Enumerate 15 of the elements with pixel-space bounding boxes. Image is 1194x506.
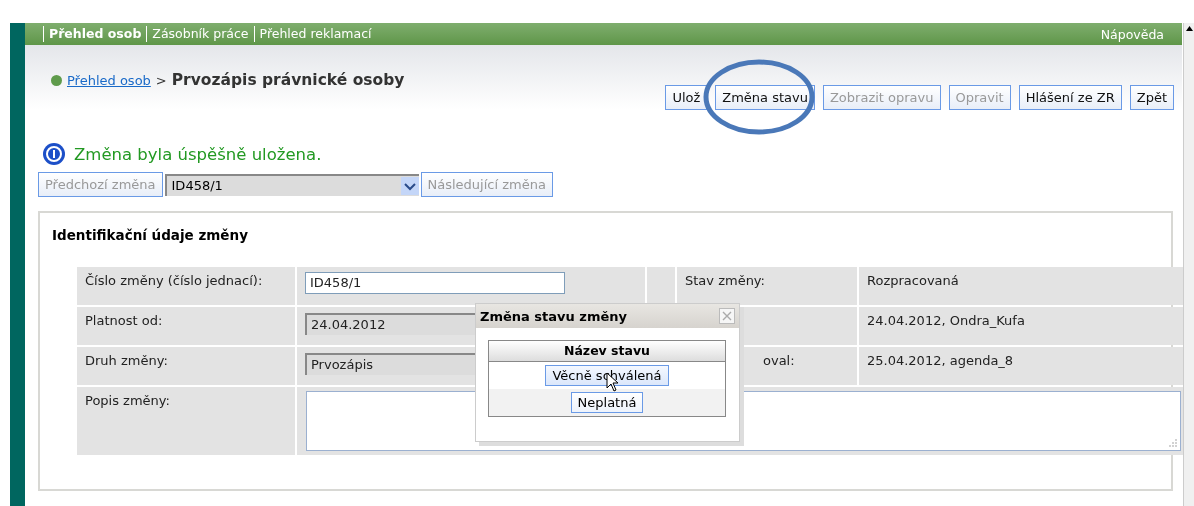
field-value: Rozpracovaná bbox=[867, 273, 959, 288]
field-label: oval: bbox=[762, 353, 795, 368]
field-label: Číslo změny (číslo jednací): bbox=[77, 267, 295, 305]
section-title: Identifikační údaje změny bbox=[51, 226, 249, 245]
column-header: Název stavu bbox=[489, 341, 725, 362]
field-value: 25.04.2012, agenda_8 bbox=[867, 353, 1014, 368]
field-label: Popis změny: bbox=[77, 387, 295, 455]
field-label: Platnost od: bbox=[77, 307, 295, 345]
breadcrumb-separator: > bbox=[155, 72, 167, 88]
success-message: Změna byla úspěšně uložena. bbox=[74, 144, 322, 164]
field-value: 24.04.2012, Ondra_Kufa bbox=[867, 313, 1025, 328]
field-label: Druh změny: bbox=[77, 347, 295, 385]
field-label: Stav změny: bbox=[685, 273, 765, 288]
dialog-title: Změna stavu změny bbox=[480, 308, 627, 324]
page-title: Prvozápis právnické osoby bbox=[171, 71, 405, 89]
